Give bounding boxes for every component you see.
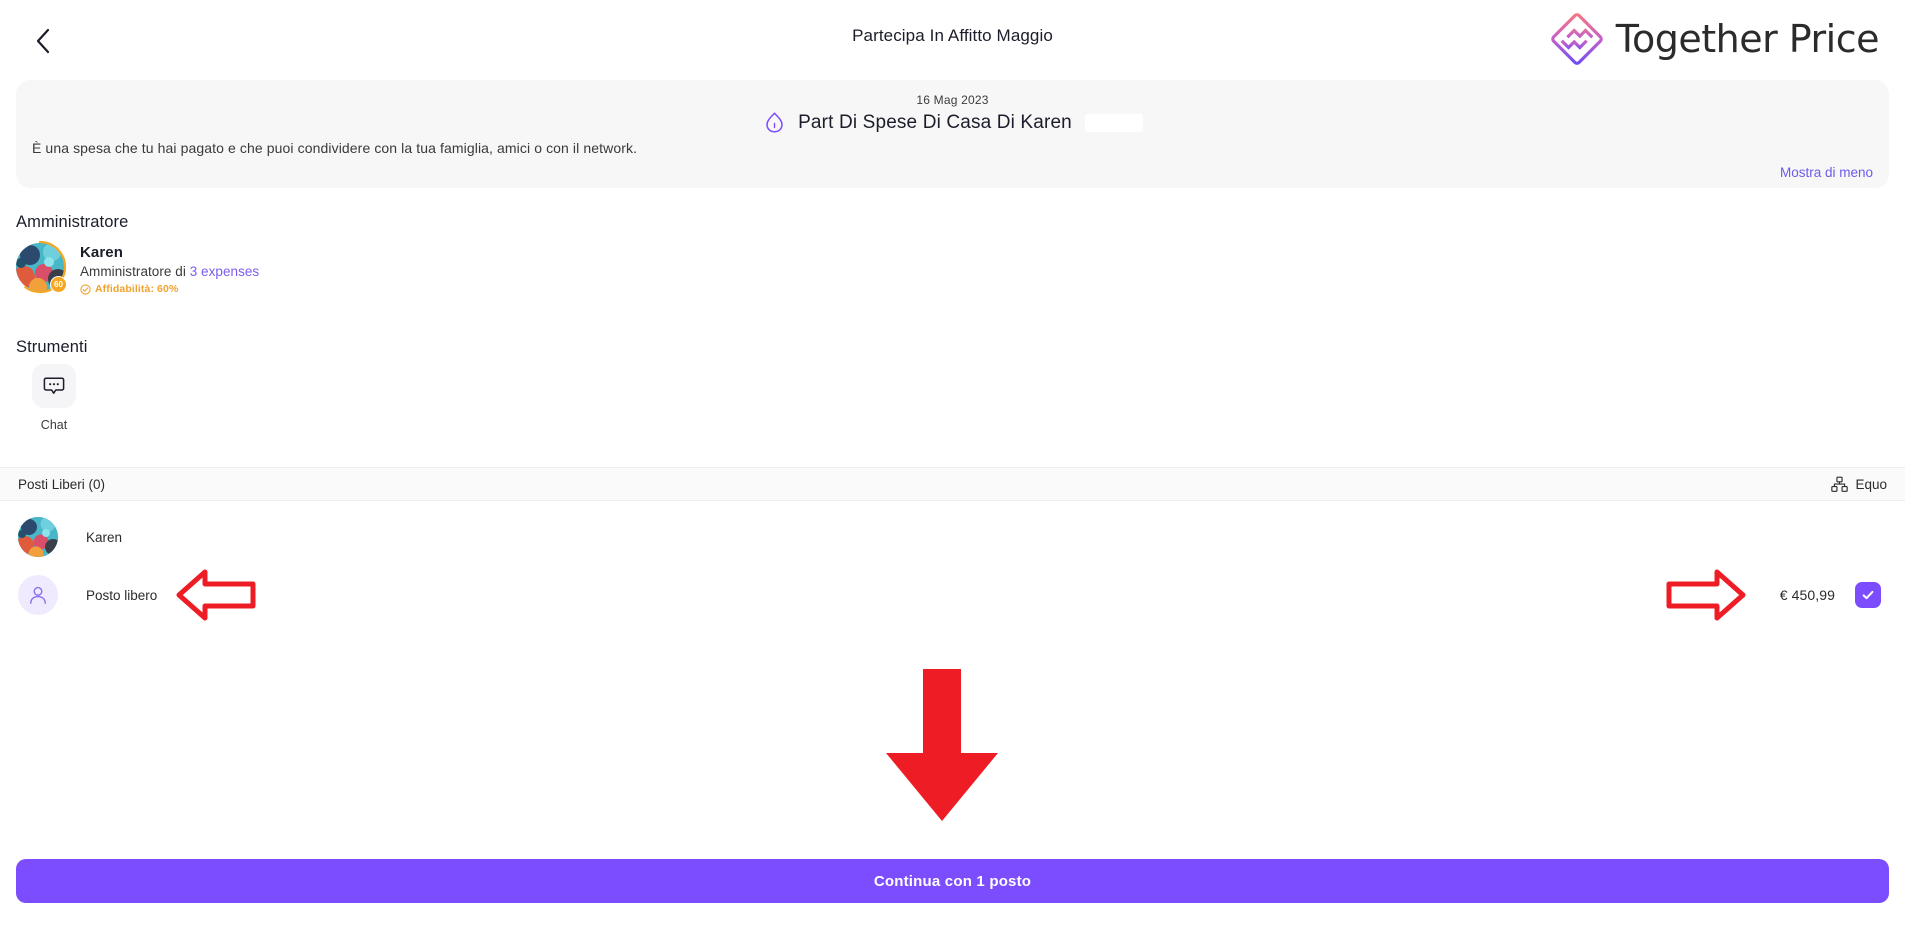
show-less-link[interactable]: Mostra di meno (1780, 165, 1873, 180)
brand-name: Together Price (1615, 17, 1880, 61)
expense-info-card: 16 Mag 2023 Part Di Spese Di Casa Di Kar… (16, 80, 1889, 188)
red-arrow-down-annotation (880, 665, 1004, 830)
chat-button[interactable] (32, 364, 76, 408)
admin-name: Karen (80, 244, 124, 261)
seat-checkbox[interactable] (1855, 582, 1881, 608)
expense-date: 16 Mag 2023 (916, 93, 989, 107)
table-row[interactable]: Karen (0, 505, 1905, 569)
expense-title: Part Di Spese Di Casa Di Karen (798, 111, 1072, 133)
expense-title-row: Part Di Spese Di Casa Di Karen (16, 110, 1889, 135)
equo-label: Equo (1855, 476, 1887, 492)
admin-info: Karen Amministratore di 3 expenses Affid… (80, 243, 259, 295)
trust-label: Affidabilità: 60% (95, 283, 179, 295)
chat-bubble-icon (42, 374, 66, 398)
seats-bar: Posti Liberi (0) Equo (0, 467, 1905, 501)
tools-section-heading: Strumenti (16, 338, 88, 356)
expense-description: È una spesa che tu hai pagato e che puoi… (32, 140, 638, 156)
equo-button[interactable]: Equo (1831, 476, 1887, 493)
check-icon (1860, 587, 1876, 603)
check-shield-icon (80, 283, 91, 295)
app-header: Partecipa In Affitto Maggio Together Pri… (0, 0, 1905, 82)
admin-expenses-link[interactable]: 3 expenses (190, 264, 260, 279)
brand-logo[interactable]: Together Price (1550, 12, 1880, 66)
trust-score-badge: 60 (50, 276, 67, 293)
admin-avatar-wrapper: 60 (13, 240, 67, 294)
distribution-icon (1831, 476, 1849, 493)
participant-right: € 450,99 (1780, 576, 1887, 614)
trust-line: Affidabilità: 60% (80, 283, 259, 295)
seats-label: Posti Liberi (0) (18, 476, 106, 492)
admin-subtitle-prefix: Amministratore di (80, 264, 190, 279)
table-row[interactable]: Posto libero € 450,99 (0, 563, 1905, 627)
participant-name: Karen (86, 529, 123, 545)
avatar (18, 517, 58, 557)
continue-button[interactable]: Continua con 1 posto (16, 859, 1889, 903)
redaction-block (1084, 113, 1143, 132)
participant-price: € 450,99 (1779, 587, 1835, 603)
person-outline-icon (18, 575, 58, 615)
admin-section-heading: Amministratore (16, 213, 129, 231)
tool-chat[interactable]: Chat (16, 364, 92, 432)
together-price-mark-icon (1550, 12, 1604, 66)
admin-row[interactable]: 60 Karen Amministratore di 3 expenses Af… (13, 240, 259, 295)
chat-label: Chat (40, 418, 68, 432)
checkbox-highlight (1849, 576, 1887, 614)
house-icon (762, 110, 787, 135)
participant-name: Posto libero (86, 587, 158, 603)
admin-subtitle: Amministratore di 3 expenses (80, 264, 259, 279)
app-root: Partecipa In Affitto Maggio Together Pri… (0, 0, 1905, 925)
